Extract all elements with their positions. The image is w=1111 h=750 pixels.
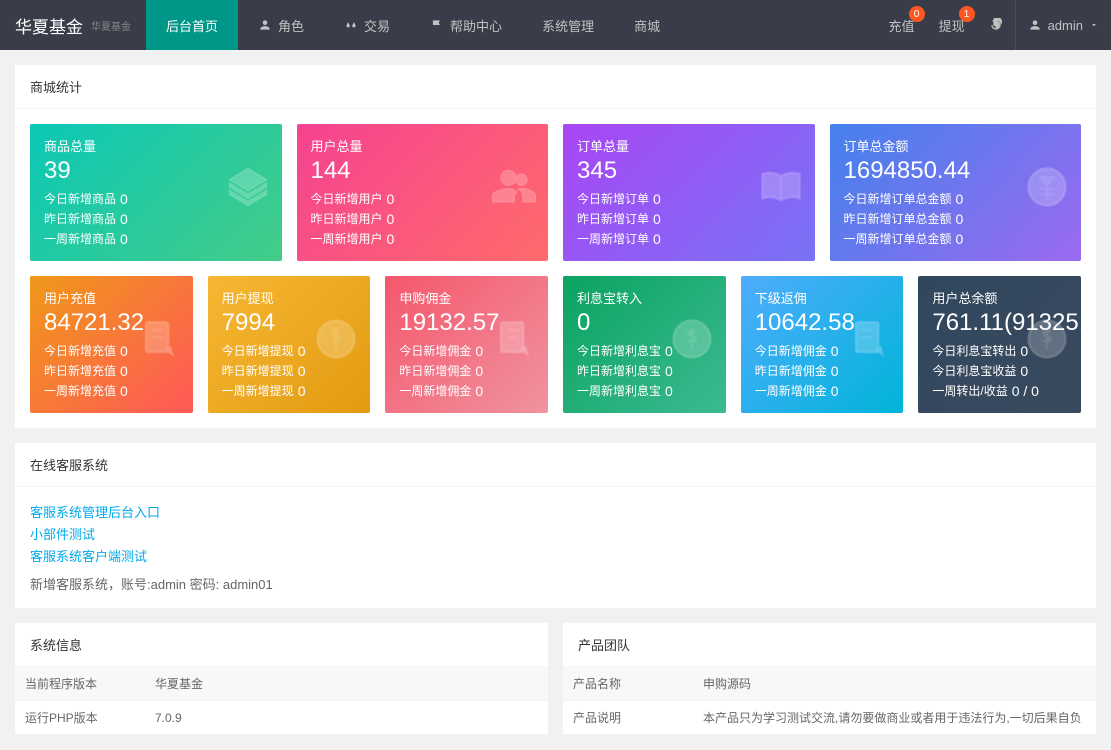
nav-withdraw[interactable]: 提现 1: [927, 0, 977, 50]
stat-title: 利息宝转入: [577, 288, 712, 307]
doc-icon: [492, 317, 536, 364]
stat-box: 用户充值 84721.32今日新增充值 0昨日新增充值 0一周新增充值 0: [30, 276, 193, 413]
team-header: 产品团队: [563, 623, 1096, 667]
nav-deposit[interactable]: 充值 0: [877, 0, 927, 50]
team-card: 产品团队 产品名称申购源码产品说明本产品只为学习测试交流,请勿要做商业或者用于违…: [563, 623, 1096, 735]
stat-box: 订单总量 345今日新增订单 0昨日新增订单 0一周新增订单 0: [563, 124, 815, 261]
refresh-icon: [989, 18, 1003, 32]
table-row: 运行PHP版本7.0.9: [15, 701, 548, 735]
stat-title: 订单总金额: [844, 136, 1068, 155]
stat-title: 用户总量: [311, 136, 535, 155]
stat-title: 用户充值: [44, 288, 179, 307]
stat-box: 下级返佣 10642.58今日新增佣金 0昨日新增佣金 0一周新增佣金 0: [741, 276, 904, 413]
service-link[interactable]: 客服系统管理后台入口: [30, 502, 1081, 524]
service-note: 新增客服系统，账号:admin 密码: admin01: [30, 574, 1081, 593]
stat-box: 商品总量 39今日新增商品 0昨日新增商品 0一周新增商品 0: [30, 124, 282, 261]
yen-icon: [1025, 165, 1069, 212]
stat-box: 用户提现 7994今日新增提现 0昨日新增提现 0一周新增提现 0: [208, 276, 371, 413]
stat-box: 利息宝转入 0今日新增利息宝 0昨日新增利息宝 0一周新增利息宝 0: [563, 276, 726, 413]
scale-icon: [344, 18, 358, 32]
user-icon: [1028, 18, 1042, 32]
table-row: 当前程序版本华夏基金: [15, 667, 548, 701]
withdraw-badge: 1: [959, 6, 975, 22]
logo-sub: 华夏基金: [91, 18, 131, 33]
stat-title: 申购佣金: [399, 288, 534, 307]
doc-icon: [137, 317, 181, 364]
users-icon: [492, 165, 536, 212]
stat-title: 订单总量: [577, 136, 801, 155]
stat-box: 用户总余额 761.11(91325.19)今日利息宝转出 0今日利息宝收益 0…: [918, 276, 1081, 413]
dollar-icon: [314, 317, 358, 364]
stat-title: 下级返佣: [755, 288, 890, 307]
stat-title: 用户总余额: [932, 288, 1067, 307]
stats-card: 商城统计 商品总量 39今日新增商品 0昨日新增商品 0一周新增商品 0 用户总…: [15, 65, 1096, 428]
nav-item-0[interactable]: 后台首页: [146, 0, 238, 50]
service-card: 在线客服系统 客服系统管理后台入口小部件测试客服系统客户端测试新增客服系统，账号…: [15, 443, 1096, 608]
dollar-icon: [670, 317, 714, 364]
nav-item-2[interactable]: 交易: [324, 0, 410, 50]
stat-title: 用户提现: [222, 288, 357, 307]
stat-box: 订单总金额 1694850.44今日新增订单总金额 0昨日新增订单总金额 0一周…: [830, 124, 1082, 261]
user-icon: [258, 18, 272, 32]
nav-item-5[interactable]: 商城: [614, 0, 680, 50]
nav-item-3[interactable]: 帮助中心: [410, 0, 522, 50]
logo-main: 华夏基金: [15, 13, 83, 38]
nav-item-4[interactable]: 系统管理: [522, 0, 614, 50]
navbar: 华夏基金 华夏基金 后台首页角色交易帮助中心系统管理商城 充值 0 提现 1 a…: [0, 0, 1111, 50]
deposit-badge: 0: [909, 6, 925, 22]
nav-user[interactable]: admin: [1015, 0, 1111, 50]
nav-refresh[interactable]: [977, 0, 1015, 50]
service-link[interactable]: 小部件测试: [30, 524, 1081, 546]
stat-title: 商品总量: [44, 136, 268, 155]
doc-icon: [847, 317, 891, 364]
chevron-down-icon: [1089, 18, 1099, 32]
sysinfo-header: 系统信息: [15, 623, 548, 667]
service-header: 在线客服系统: [15, 443, 1096, 487]
layers-icon: [226, 165, 270, 212]
stat-box: 用户总量 144今日新增用户 0昨日新增用户 0一周新增用户 0: [297, 124, 549, 261]
stats-header: 商城统计: [15, 65, 1096, 109]
flag-icon: [430, 18, 444, 32]
dollar-icon: [1025, 317, 1069, 364]
sysinfo-card: 系统信息 当前程序版本华夏基金运行PHP版本7.0.9: [15, 623, 548, 735]
nav-item-1[interactable]: 角色: [238, 0, 324, 50]
table-row: 产品说明本产品只为学习测试交流,请勿要做商业或者用于违法行为,一切后果自负: [563, 701, 1096, 735]
book-icon: [759, 165, 803, 212]
logo: 华夏基金 华夏基金: [0, 13, 146, 38]
service-link[interactable]: 客服系统客户端测试: [30, 546, 1081, 568]
table-row: 产品名称申购源码: [563, 667, 1096, 701]
stat-box: 申购佣金 19132.57今日新增佣金 0昨日新增佣金 0一周新增佣金 0: [385, 276, 548, 413]
